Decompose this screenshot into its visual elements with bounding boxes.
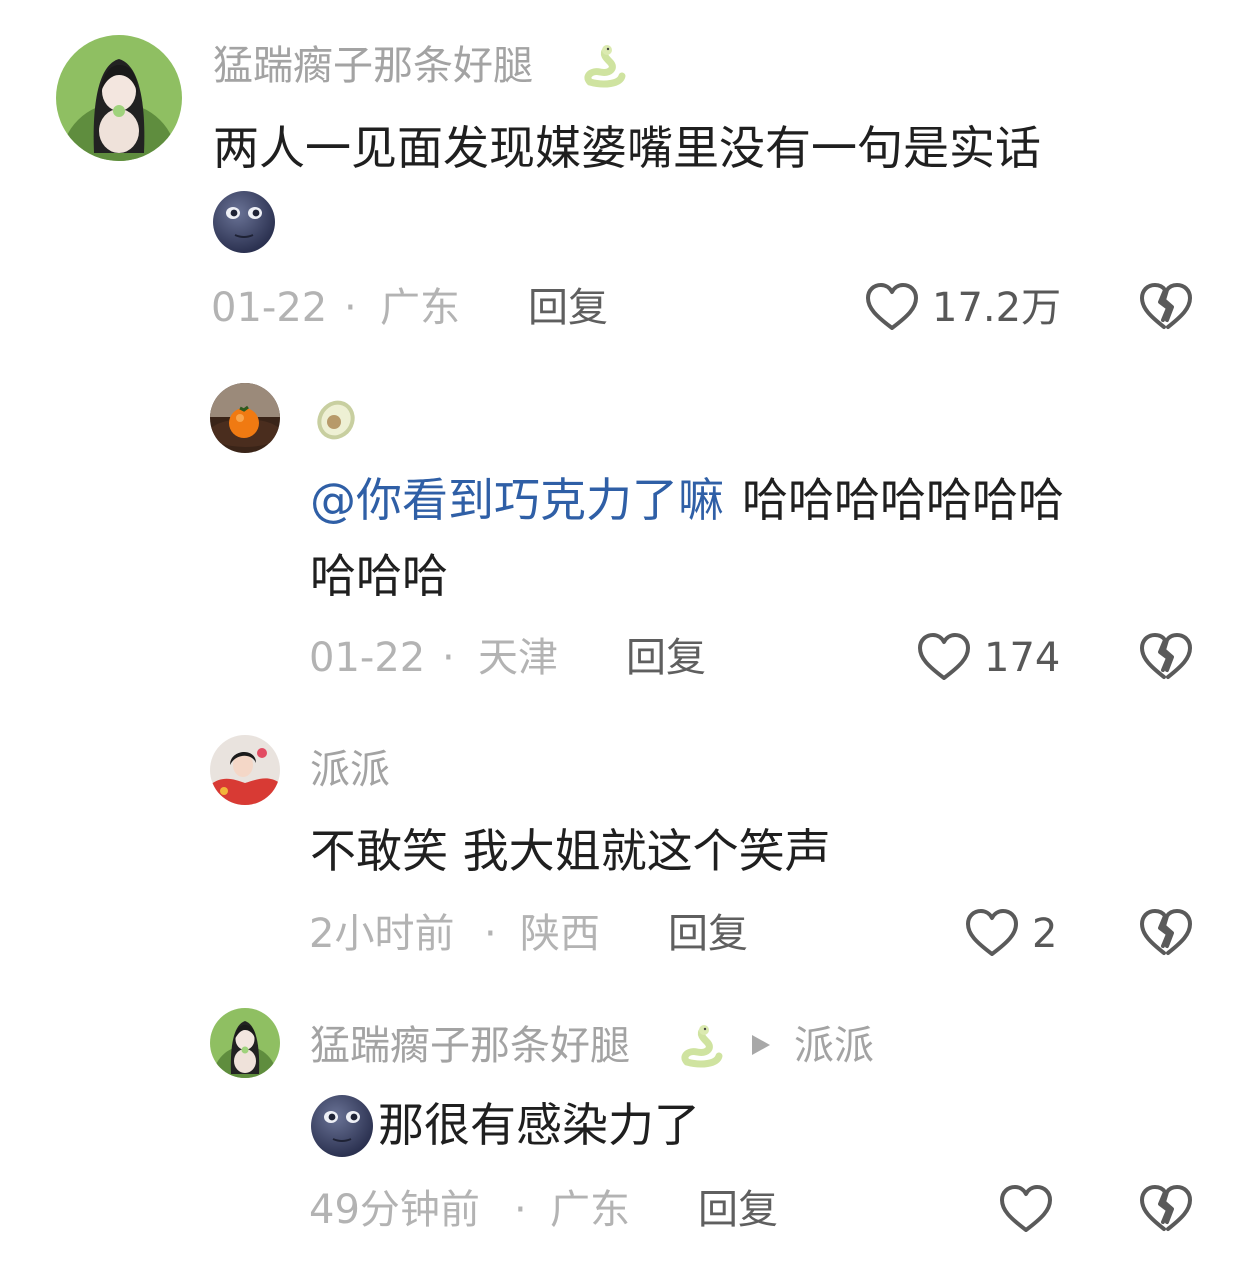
mention-link[interactable]: @你看到巧克力了嘛	[310, 473, 724, 527]
timestamp: 49分钟前	[309, 1187, 480, 1233]
location: 广东	[380, 285, 460, 331]
reply-button[interactable]: 回复	[528, 288, 608, 328]
new-moon-face-emoji	[211, 189, 277, 255]
heart-outline-icon[interactable]	[916, 630, 972, 686]
username[interactable]: 派派	[310, 750, 390, 790]
heart-outline-icon[interactable]	[964, 906, 1020, 962]
new-moon-face-emoji	[309, 1093, 375, 1159]
play-triangle-icon	[748, 1032, 774, 1058]
username[interactable]: 猛踹瘸子那条好腿	[213, 46, 533, 86]
comment-text: 不敢笑 我大姐就这个笑声	[310, 824, 831, 878]
like-count: 17.2万	[932, 285, 1062, 331]
user-avatar[interactable]	[210, 735, 280, 805]
comment-text: 哈哈哈哈哈哈哈	[742, 473, 1064, 527]
separator-dot: ·	[514, 1187, 527, 1233]
reply-button[interactable]: 回复	[626, 638, 706, 678]
separator-dot: ·	[484, 911, 497, 957]
separator-dot: ·	[442, 635, 455, 681]
location: 天津	[478, 635, 558, 681]
user-avatar[interactable]	[210, 383, 280, 453]
comment-text: 那很有感染力了	[378, 1098, 700, 1152]
location: 广东	[550, 1187, 630, 1233]
reply-button[interactable]: 回复	[698, 1190, 778, 1230]
separator-dot: ·	[344, 285, 357, 331]
user-avatar[interactable]	[56, 35, 182, 161]
like-count: 174	[984, 635, 1061, 681]
heart-outline-icon[interactable]	[864, 280, 920, 336]
broken-heart-icon[interactable]	[1138, 906, 1194, 962]
snake-emoji	[580, 42, 628, 90]
comment-text: 两人一见面发现媒婆嘴里没有一句是实话	[213, 121, 1041, 175]
timestamp: 01-22	[309, 635, 426, 681]
broken-heart-icon[interactable]	[1138, 280, 1194, 336]
like-count: 2	[1032, 911, 1058, 957]
username[interactable]: 猛踹瘸子那条好腿	[310, 1026, 630, 1066]
heart-outline-icon[interactable]	[998, 1182, 1054, 1238]
avocado-emoji	[310, 392, 362, 444]
location: 陕西	[520, 911, 600, 957]
snake-emoji	[677, 1022, 725, 1070]
timestamp: 2小时前	[309, 911, 455, 957]
reply-to-username[interactable]: 派派	[794, 1026, 874, 1066]
broken-heart-icon[interactable]	[1138, 1182, 1194, 1238]
broken-heart-icon[interactable]	[1138, 630, 1194, 686]
timestamp: 01-22	[211, 285, 328, 331]
comment-text-line2: 哈哈哈	[310, 549, 448, 603]
reply-button[interactable]: 回复	[668, 914, 748, 954]
user-avatar[interactable]	[210, 1008, 280, 1078]
comment-text-line1: @你看到巧克力了嘛 哈哈哈哈哈哈哈	[310, 465, 1064, 537]
